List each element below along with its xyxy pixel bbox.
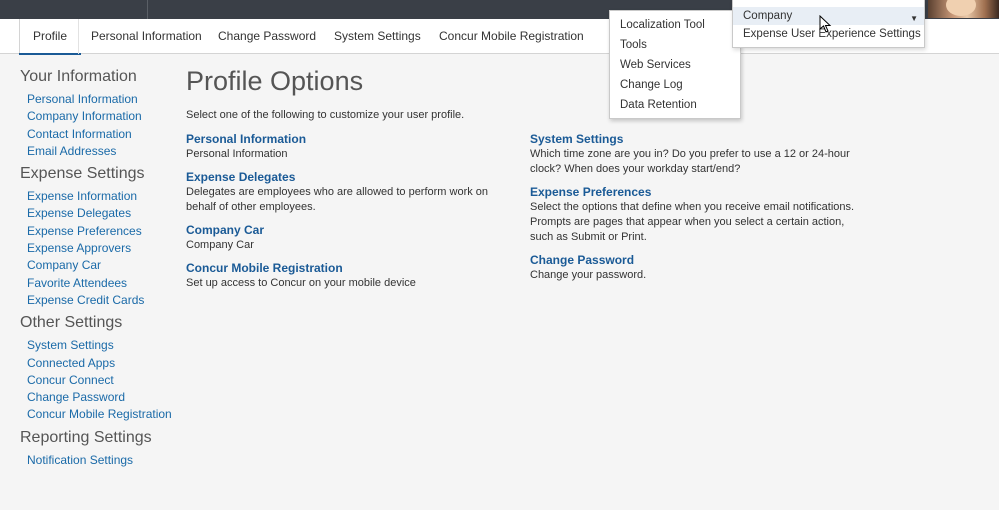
tab-system-settings[interactable]: System Settings (334, 19, 421, 54)
menu-item-company-label: Company (743, 10, 793, 22)
option-desc: Delegates are employees who are allowed … (186, 186, 489, 213)
sidebar-link-expense-information[interactable]: Expense Information (27, 188, 170, 205)
sidebar-link-connected-apps[interactable]: Connected Apps (27, 355, 170, 372)
menu-item-web-services[interactable]: Web Services (610, 55, 740, 75)
sidebar-link-system-settings[interactable]: System Settings (27, 337, 170, 354)
sidebar-group-other-settings: Other Settings System Settings Connected… (20, 314, 172, 423)
options-column-left: Personal Information Personal Informatio… (186, 132, 506, 299)
option-change-password: Change Password Change your password. (530, 253, 860, 283)
sidebar-group-reporting-settings: Reporting Settings Notification Settings (20, 429, 170, 469)
sidebar-link-expense-credit-cards[interactable]: Expense Credit Cards (27, 292, 170, 309)
mouse-cursor-icon (819, 15, 832, 33)
sidebar-heading-expense-settings: Expense Settings (20, 165, 145, 183)
options-column-right: System Settings Which time zone are you … (530, 132, 860, 291)
sidebar-group-expense-settings: Expense Settings Expense Information Exp… (20, 165, 170, 309)
sidebar-link-personal-information[interactable]: Personal Information (27, 91, 170, 108)
sidebar-link-email-addresses[interactable]: Email Addresses (27, 143, 170, 160)
page-title: Profile Options (186, 66, 364, 96)
option-company-car: Company Car Company Car (186, 223, 506, 253)
sidebar-link-concur-mobile-registration[interactable]: Concur Mobile Registration (27, 406, 172, 423)
menu-item-localization-tool[interactable]: Localization Tool (610, 15, 740, 35)
sidebar-link-expense-preferences[interactable]: Expense Preferences (27, 223, 170, 240)
option-link-expense-delegates[interactable]: Expense Delegates (186, 170, 506, 185)
tab-separator (78, 19, 79, 54)
sidebar-heading-other-settings: Other Settings (20, 314, 123, 332)
option-desc: Company Car (186, 239, 254, 251)
option-expense-preferences: Expense Preferences Select the options t… (530, 185, 860, 245)
sidebar-link-expense-delegates[interactable]: Expense Delegates (27, 205, 170, 222)
option-personal-information: Personal Information Personal Informatio… (186, 132, 506, 162)
tab-personal-information[interactable]: Personal Information (91, 19, 202, 54)
sidebar-heading-reporting-settings: Reporting Settings (20, 428, 152, 446)
option-desc: Select the options that define when you … (530, 201, 855, 243)
option-link-change-password[interactable]: Change Password (530, 253, 860, 268)
sidebar-link-concur-connect[interactable]: Concur Connect (27, 372, 170, 389)
tools-dropdown-menu: Localization Tool Tools Web Services Cha… (609, 10, 741, 119)
sidebar-link-expense-approvers[interactable]: Expense Approvers (27, 240, 170, 257)
sidebar-heading-your-information: Your Information (20, 68, 137, 85)
sidebar-link-change-password[interactable]: Change Password (27, 389, 170, 406)
sidebar-link-contact-information[interactable]: Contact Information (27, 126, 170, 143)
user-avatar[interactable] (928, 0, 999, 18)
option-system-settings: System Settings Which time zone are you … (530, 132, 860, 177)
caret-down-icon: ▼ (910, 14, 918, 23)
option-link-system-settings[interactable]: System Settings (530, 132, 860, 147)
topbar-divider (147, 0, 148, 19)
option-link-expense-preferences[interactable]: Expense Preferences (530, 185, 860, 200)
option-expense-delegates: Expense Delegates Delegates are employee… (186, 170, 506, 215)
menu-item-data-retention[interactable]: Data Retention (610, 95, 740, 115)
tab-change-password[interactable]: Change Password (218, 19, 316, 54)
option-concur-mobile-registration: Concur Mobile Registration Set up access… (186, 261, 506, 291)
option-desc: Change your password. (530, 269, 647, 281)
tab-profile[interactable]: Profile (18, 19, 82, 55)
option-link-company-car[interactable]: Company Car (186, 223, 506, 238)
option-desc: Which time zone are you in? Do you prefe… (530, 148, 850, 175)
option-desc: Set up access to Concur on your mobile d… (186, 277, 416, 289)
tab-concur-mobile-registration[interactable]: Concur Mobile Registration (439, 19, 584, 54)
menu-item-tools[interactable]: Tools (610, 35, 740, 55)
option-link-concur-mobile-registration[interactable]: Concur Mobile Registration (186, 261, 506, 276)
option-desc: Personal Information (186, 148, 288, 160)
avatar-face (946, 0, 976, 16)
sidebar-link-company-car[interactable]: Company Car (27, 257, 170, 274)
sidebar-group-your-information: Your Information Personal Information Co… (20, 68, 170, 160)
sidebar-link-notification-settings[interactable]: Notification Settings (27, 452, 170, 469)
page-intro: Select one of the following to customize… (186, 109, 465, 121)
menu-item-change-log[interactable]: Change Log (610, 75, 740, 95)
option-link-personal-information[interactable]: Personal Information (186, 132, 506, 147)
sidebar: Your Information Personal Information Co… (20, 68, 172, 474)
sidebar-link-favorite-attendees[interactable]: Favorite Attendees (27, 275, 170, 292)
sidebar-link-company-information[interactable]: Company Information (27, 108, 170, 125)
